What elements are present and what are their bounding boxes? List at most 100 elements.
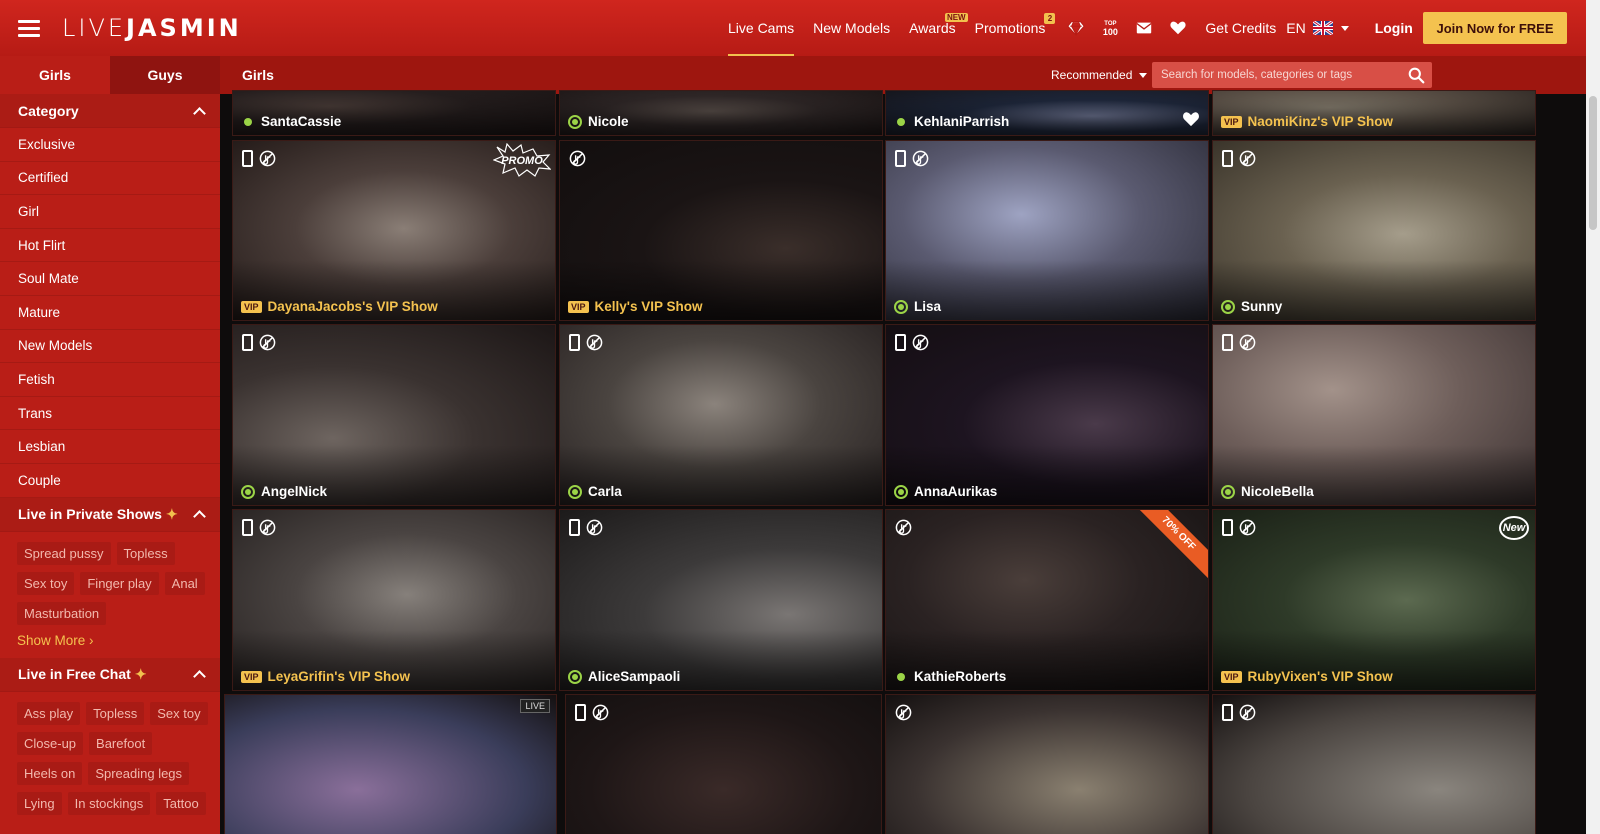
model-card[interactable]: KehlaniParrish xyxy=(885,90,1209,136)
model-card[interactable]: VIP NaomiKinz's VIP Show xyxy=(1212,90,1536,136)
model-card[interactable]: AliceSampaoli xyxy=(559,509,883,691)
category-item-hot-flirt[interactable]: Hot Flirt xyxy=(0,229,220,263)
sort-dropdown[interactable]: Recommended xyxy=(1051,68,1148,82)
free-chat-title-text: Live in Free Chat xyxy=(18,665,131,682)
model-card[interactable]: AnnaAurikas xyxy=(885,324,1209,506)
category-item-new-models[interactable]: New Models xyxy=(0,330,220,364)
free-chat-title: Live in Free Chat ✦ xyxy=(18,666,147,683)
blurred-preview-image xyxy=(225,695,556,834)
model-card[interactable]: KathieRoberts 70% OFF xyxy=(885,509,1209,691)
no-audio-icon xyxy=(912,150,929,167)
tab-guys[interactable]: Guys xyxy=(110,56,220,94)
tag[interactable]: Masturbation xyxy=(17,601,107,625)
model-card[interactable]: VIP RubyVixen's VIP Show New xyxy=(1212,509,1536,691)
scrollbar-thumb[interactable] xyxy=(1589,96,1597,230)
private-shows-title: Live in Private Shows ✦ xyxy=(18,506,178,523)
heart-icon[interactable] xyxy=(1161,0,1195,56)
tag[interactable]: Close-up xyxy=(17,731,84,755)
get-credits-link[interactable]: Get Credits xyxy=(1205,0,1276,56)
language-selector[interactable]: EN xyxy=(1286,20,1349,36)
logo[interactable]: LIVEJASMIN xyxy=(62,14,242,42)
tag[interactable]: Ass play xyxy=(17,701,81,725)
search-input[interactable] xyxy=(1152,69,1398,81)
tag[interactable]: Tattoo xyxy=(156,791,206,815)
free-chat-section-header[interactable]: Live in Free Chat ✦ xyxy=(0,657,220,692)
scrollbar[interactable] xyxy=(1586,0,1600,834)
login-button[interactable]: Login xyxy=(1375,20,1413,36)
category-item-certified[interactable]: Certified xyxy=(0,162,220,196)
category-item-exclusive[interactable]: Exclusive xyxy=(0,128,220,162)
category-section-header[interactable]: Category xyxy=(0,94,220,128)
favorite-heart-icon[interactable] xyxy=(1182,111,1200,127)
no-audio-icon xyxy=(1239,334,1256,351)
nav-awards[interactable]: Awards NEW xyxy=(909,0,968,56)
blurred-preview-image xyxy=(886,695,1208,834)
tag[interactable]: Finger play xyxy=(80,571,159,595)
search-icon[interactable] xyxy=(1408,67,1425,84)
model-name-text: Lisa xyxy=(914,299,942,314)
model-card[interactable] xyxy=(885,694,1209,834)
category-item-mature[interactable]: Mature xyxy=(0,296,220,330)
tag[interactable]: Topless xyxy=(86,701,145,725)
nav-new-models[interactable]: New Models xyxy=(813,0,890,56)
new-badge: NEW xyxy=(944,13,968,22)
tag[interactable]: In stockings xyxy=(67,791,151,815)
model-card[interactable] xyxy=(565,694,882,834)
tag[interactable]: Spreading legs xyxy=(88,761,190,785)
vip-badge: VIP xyxy=(241,670,262,683)
join-now-button[interactable]: Join Now for FREE xyxy=(1423,12,1567,44)
model-card[interactable]: VIP LeyaGrifin's VIP Show xyxy=(232,509,556,691)
show-more-link[interactable]: Show More › xyxy=(0,629,220,658)
tag[interactable]: Sex toy xyxy=(17,571,75,595)
top100-icon[interactable]: TOP 100 xyxy=(1093,0,1127,56)
model-name-text: RubyVixen's VIP Show xyxy=(1247,669,1393,684)
no-audio-icon xyxy=(259,150,276,167)
tag[interactable]: Barefoot xyxy=(89,731,153,755)
online-status-icon xyxy=(568,669,582,684)
model-card[interactable]: SantaCassie xyxy=(232,90,556,136)
card-feature-icons xyxy=(895,334,929,351)
category-item-soul-mate[interactable]: Soul Mate xyxy=(0,262,220,296)
model-name: AliceSampaoli xyxy=(568,669,680,684)
model-card[interactable]: VIP Kelly's VIP Show xyxy=(559,140,883,321)
model-card[interactable]: Sunny xyxy=(1212,140,1536,321)
diamond-icon[interactable] xyxy=(1059,0,1093,56)
mail-icon[interactable] xyxy=(1127,0,1161,56)
category-item-fetish[interactable]: Fetish xyxy=(0,363,220,397)
menu-icon[interactable] xyxy=(18,19,40,37)
model-card[interactable]: NicoleBella xyxy=(1212,324,1536,506)
tag[interactable]: Lying xyxy=(17,791,62,815)
show-more-label: Show More xyxy=(17,632,86,648)
model-card[interactable]: Carla xyxy=(559,324,883,506)
tag[interactable]: Heels on xyxy=(17,761,83,785)
model-card[interactable]: Nicole xyxy=(559,90,883,136)
tag[interactable]: Sex toy xyxy=(150,701,208,725)
category-item-girl[interactable]: Girl xyxy=(0,195,220,229)
model-name-text: LeyaGrifin's VIP Show xyxy=(267,669,411,684)
content-header: Girls Recommended xyxy=(220,56,1586,94)
tag[interactable]: Spread pussy xyxy=(17,541,111,565)
category-item-couple[interactable]: Couple xyxy=(0,464,220,498)
tab-girls[interactable]: Girls xyxy=(0,56,110,94)
model-name: Carla xyxy=(568,484,622,499)
nav-live-cams[interactable]: Live Cams xyxy=(728,0,795,56)
nav-promotions-label: Promotions xyxy=(974,20,1046,36)
private-shows-section-header[interactable]: Live in Private Shows ✦ xyxy=(0,497,220,532)
category-item-trans[interactable]: Trans xyxy=(0,397,220,431)
model-name: AnnaAurikas xyxy=(894,484,997,499)
nav-promotions[interactable]: Promotions 2 xyxy=(974,0,1056,56)
model-card[interactable]: VIP DayanaJacobs's VIP Show PROMO xyxy=(232,140,556,321)
model-card[interactable]: Lisa xyxy=(885,140,1209,321)
card-feature-icons xyxy=(569,519,603,536)
promotions-count-badge: 2 xyxy=(1044,13,1056,24)
new-model-badge: New xyxy=(1499,516,1529,540)
model-card[interactable] xyxy=(1212,694,1536,834)
category-item-lesbian[interactable]: Lesbian xyxy=(0,430,220,464)
tag[interactable]: Topless xyxy=(116,541,175,565)
model-card[interactable]: AngelNick xyxy=(232,324,556,506)
model-card[interactable]: LIVE xyxy=(224,694,557,834)
free-tags: Ass play Topless Sex toy Close-up Barefo… xyxy=(0,692,220,819)
search-bar xyxy=(1152,62,1432,88)
no-audio-icon xyxy=(586,519,603,536)
tag[interactable]: Anal xyxy=(164,571,205,595)
